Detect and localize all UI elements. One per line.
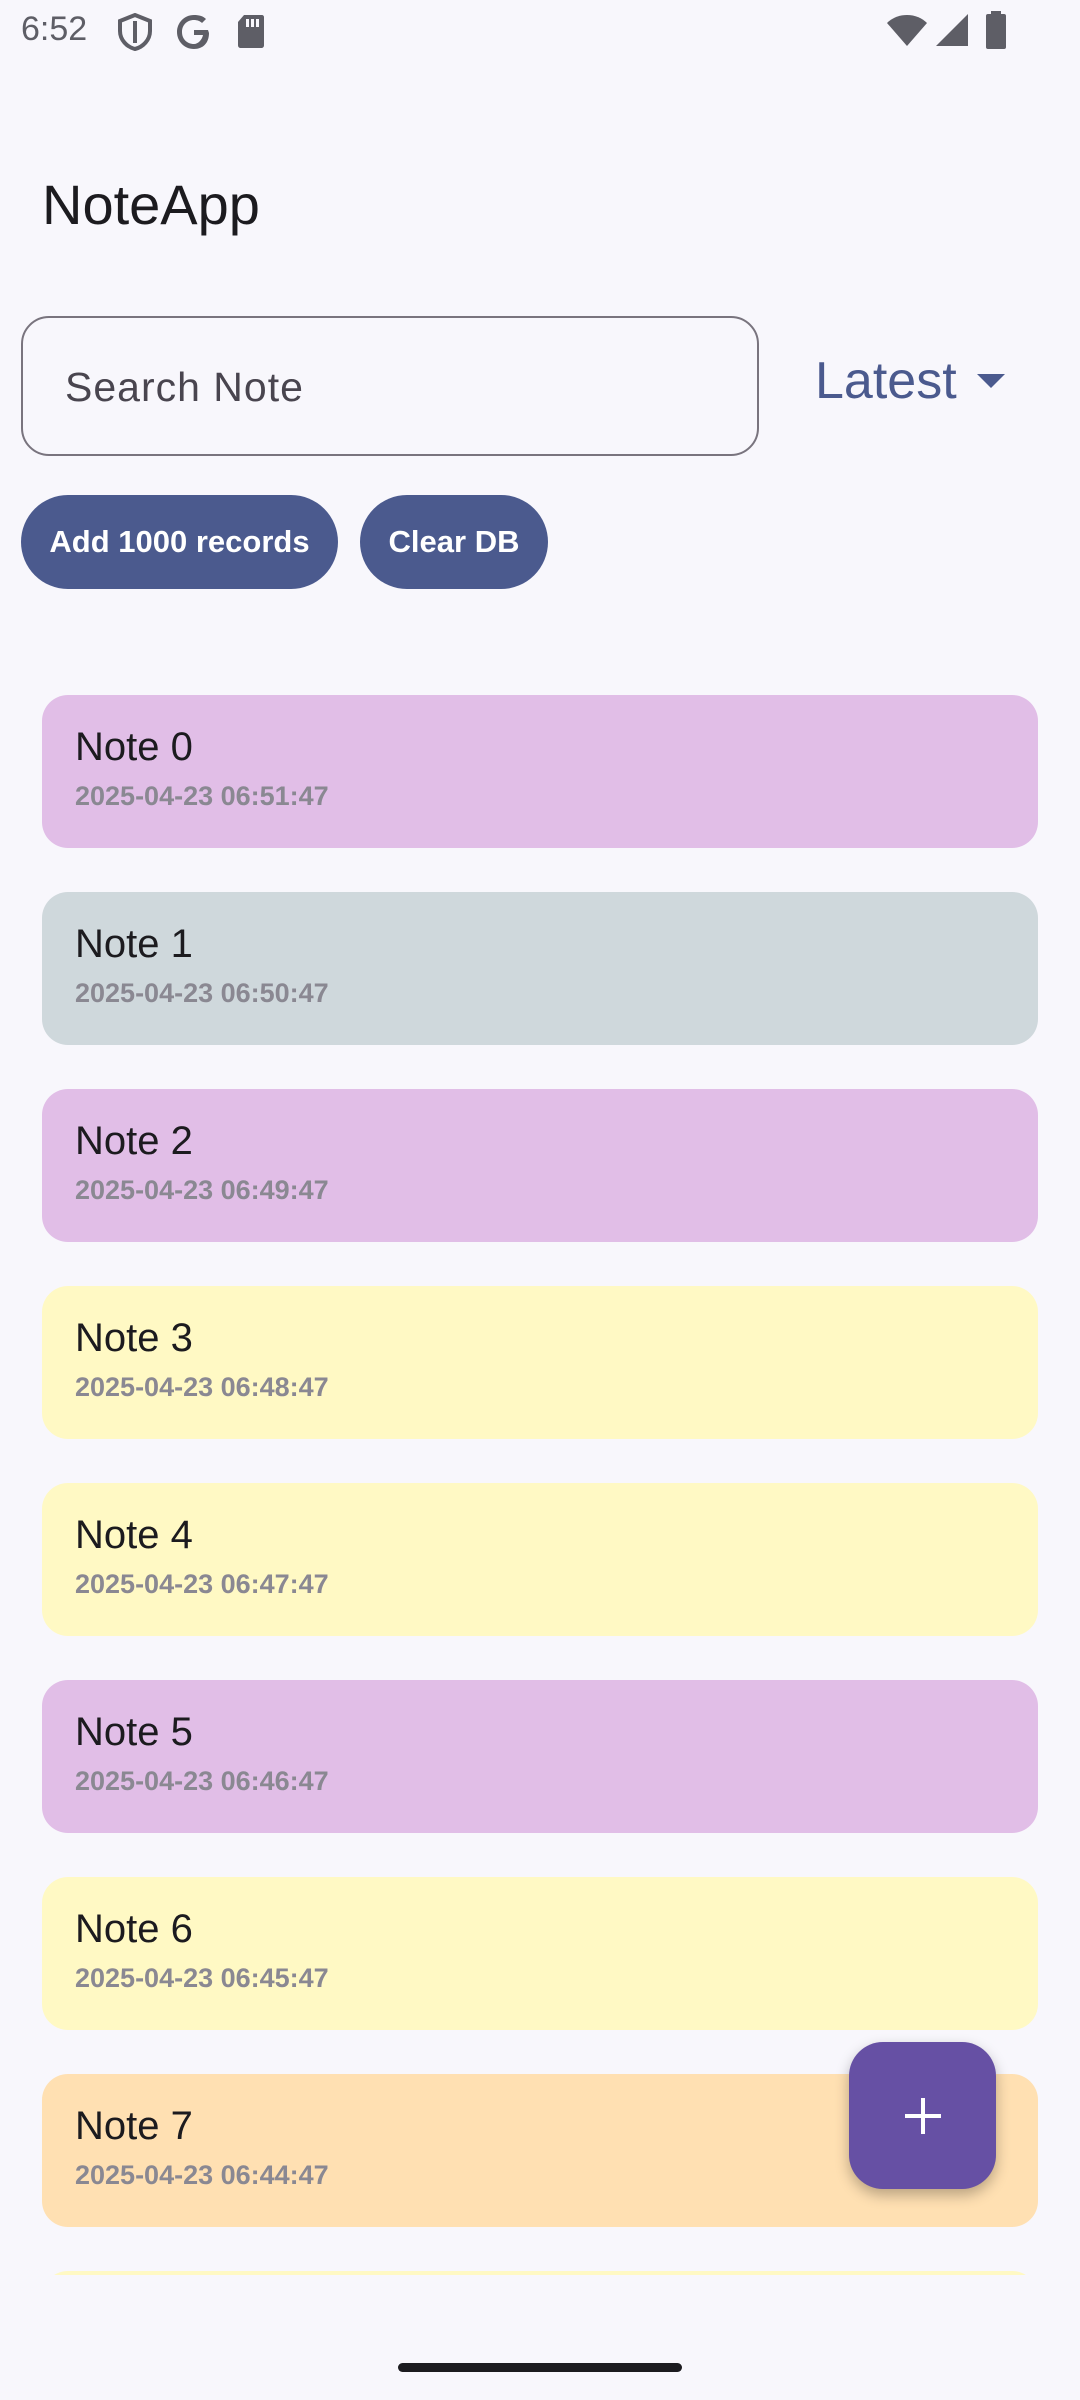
shield-icon xyxy=(118,13,152,51)
note-title: Note 3 xyxy=(75,1316,193,1360)
wifi-icon xyxy=(887,15,927,46)
notes-list[interactable]: Note 0 2025-04-23 06:51:47 Note 1 2025-0… xyxy=(0,695,1080,2275)
note-date: 2025-04-23 06:50:47 xyxy=(75,978,329,1008)
note-date: 2025-04-23 06:51:47 xyxy=(75,781,329,811)
note-date: 2025-04-23 06:48:47 xyxy=(75,1372,329,1402)
note-card[interactable]: Note 0 2025-04-23 06:51:47 xyxy=(42,695,1038,848)
status-bar: 6:52 xyxy=(0,0,1080,70)
note-card[interactable]: Note 1 2025-04-23 06:50:47 xyxy=(42,892,1038,1045)
sort-selected-label: Latest xyxy=(815,352,957,410)
search-input[interactable] xyxy=(63,318,727,456)
note-card[interactable]: Note 2 2025-04-23 06:49:47 xyxy=(42,1089,1038,1242)
note-title: Note 2 xyxy=(75,1119,193,1163)
note-title: Note 7 xyxy=(75,2104,193,2148)
note-date: 2025-04-23 06:46:47 xyxy=(75,1766,329,1796)
note-card[interactable]: Note 4 2025-04-23 06:47:47 xyxy=(42,1483,1038,1636)
note-title: Note 1 xyxy=(75,922,193,966)
sd-card-icon xyxy=(238,15,264,48)
signal-icon xyxy=(936,14,968,46)
plus-icon xyxy=(904,2097,941,2134)
note-title: Note 6 xyxy=(75,1907,193,1951)
add-note-button[interactable] xyxy=(849,2042,996,2189)
note-card[interactable]: Note 6 2025-04-23 06:45:47 xyxy=(42,1877,1038,2030)
page-title: NoteApp xyxy=(42,173,260,236)
sort-dropdown[interactable]: Latest xyxy=(815,345,1005,417)
note-title: Note 5 xyxy=(75,1710,193,1754)
gesture-navigation-bar[interactable] xyxy=(398,2363,682,2372)
note-card[interactable]: Note 3 2025-04-23 06:48:47 xyxy=(42,1286,1038,1439)
note-card[interactable] xyxy=(42,2271,1038,2275)
note-date: 2025-04-23 06:49:47 xyxy=(75,1175,329,1205)
note-title: Note 0 xyxy=(75,725,193,769)
note-date: 2025-04-23 06:47:47 xyxy=(75,1569,329,1599)
caret-down-icon xyxy=(976,374,1005,388)
status-time: 6:52 xyxy=(21,10,88,48)
google-icon xyxy=(177,15,209,49)
note-card[interactable]: Note 5 2025-04-23 06:46:47 xyxy=(42,1680,1038,1833)
clear-db-button[interactable]: Clear DB xyxy=(360,495,548,589)
note-date: 2025-04-23 06:45:47 xyxy=(75,1963,329,1993)
battery-icon xyxy=(986,11,1006,49)
note-date: 2025-04-23 06:44:47 xyxy=(75,2160,329,2190)
add-records-button[interactable]: Add 1000 records xyxy=(21,495,338,589)
search-field[interactable] xyxy=(21,316,759,456)
note-title: Note 4 xyxy=(75,1513,193,1557)
